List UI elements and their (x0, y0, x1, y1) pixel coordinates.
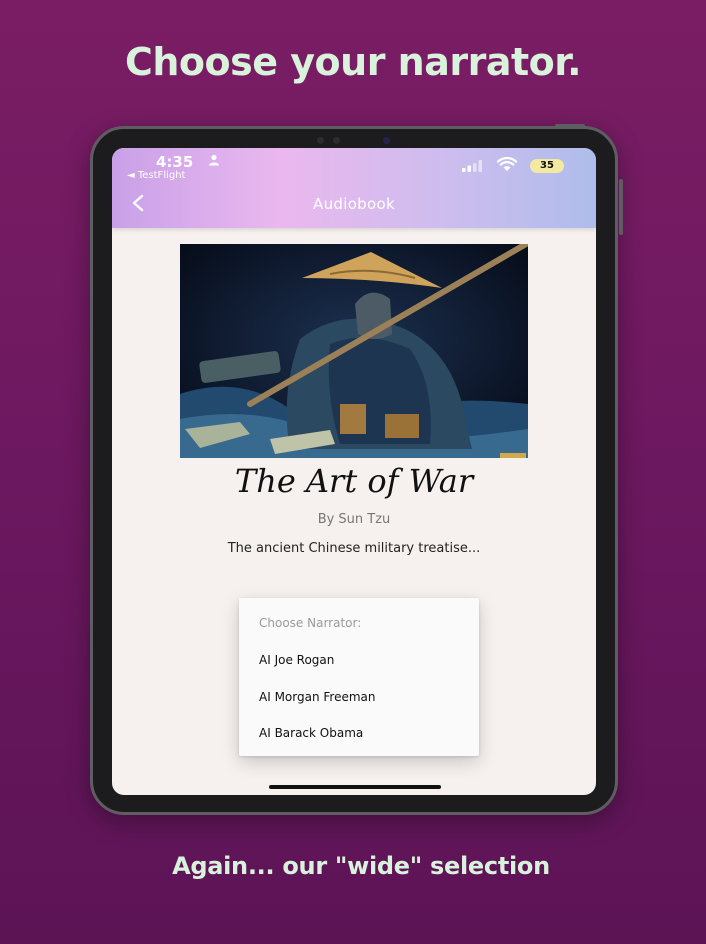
front-camera (383, 137, 390, 144)
volume-down-button (619, 201, 623, 235)
narrator-option-morgan-freeman[interactable]: AI Morgan Freeman (259, 690, 375, 704)
book-description: The ancient Chinese military treatise... (227, 541, 481, 556)
book-cover-image (180, 244, 528, 458)
promo-caption: Again... our "wide" selection (172, 852, 550, 880)
back-to-testflight-link[interactable]: ◄ TestFlight (127, 170, 185, 181)
person-icon (209, 154, 219, 166)
menu-header: Choose Narrator: (259, 616, 362, 630)
page-title: Audiobook (313, 195, 395, 213)
tablet-device-frame: 4:35 ◄ TestFlight 35 Audiobook The Art o… (90, 124, 623, 815)
samurai-illustration (180, 244, 528, 458)
status-time: 4:35 (156, 153, 194, 171)
promo-headline: Choose your narrator. (124, 40, 582, 84)
home-indicator[interactable] (269, 785, 441, 789)
narrator-menu: Choose Narrator: AI Joe Rogan AI Morgan … (239, 598, 479, 756)
narrator-option-barack-obama[interactable]: AI Barack Obama (259, 726, 363, 740)
power-button (555, 124, 585, 128)
app-bar: 4:35 ◄ TestFlight 35 Audiobook (112, 148, 596, 228)
book-author: By Sun Tzu (317, 512, 391, 527)
cellular-signal-icon (462, 160, 482, 172)
book-title: The Art of War (234, 462, 474, 500)
camera-dot (317, 137, 324, 144)
battery-indicator: 35 (530, 159, 564, 173)
narrator-option-joe-rogan[interactable]: AI Joe Rogan (259, 653, 334, 667)
app-screen: 4:35 ◄ TestFlight 35 Audiobook The Art o… (112, 148, 596, 795)
wifi-icon (497, 157, 517, 171)
camera-dot (333, 137, 340, 144)
